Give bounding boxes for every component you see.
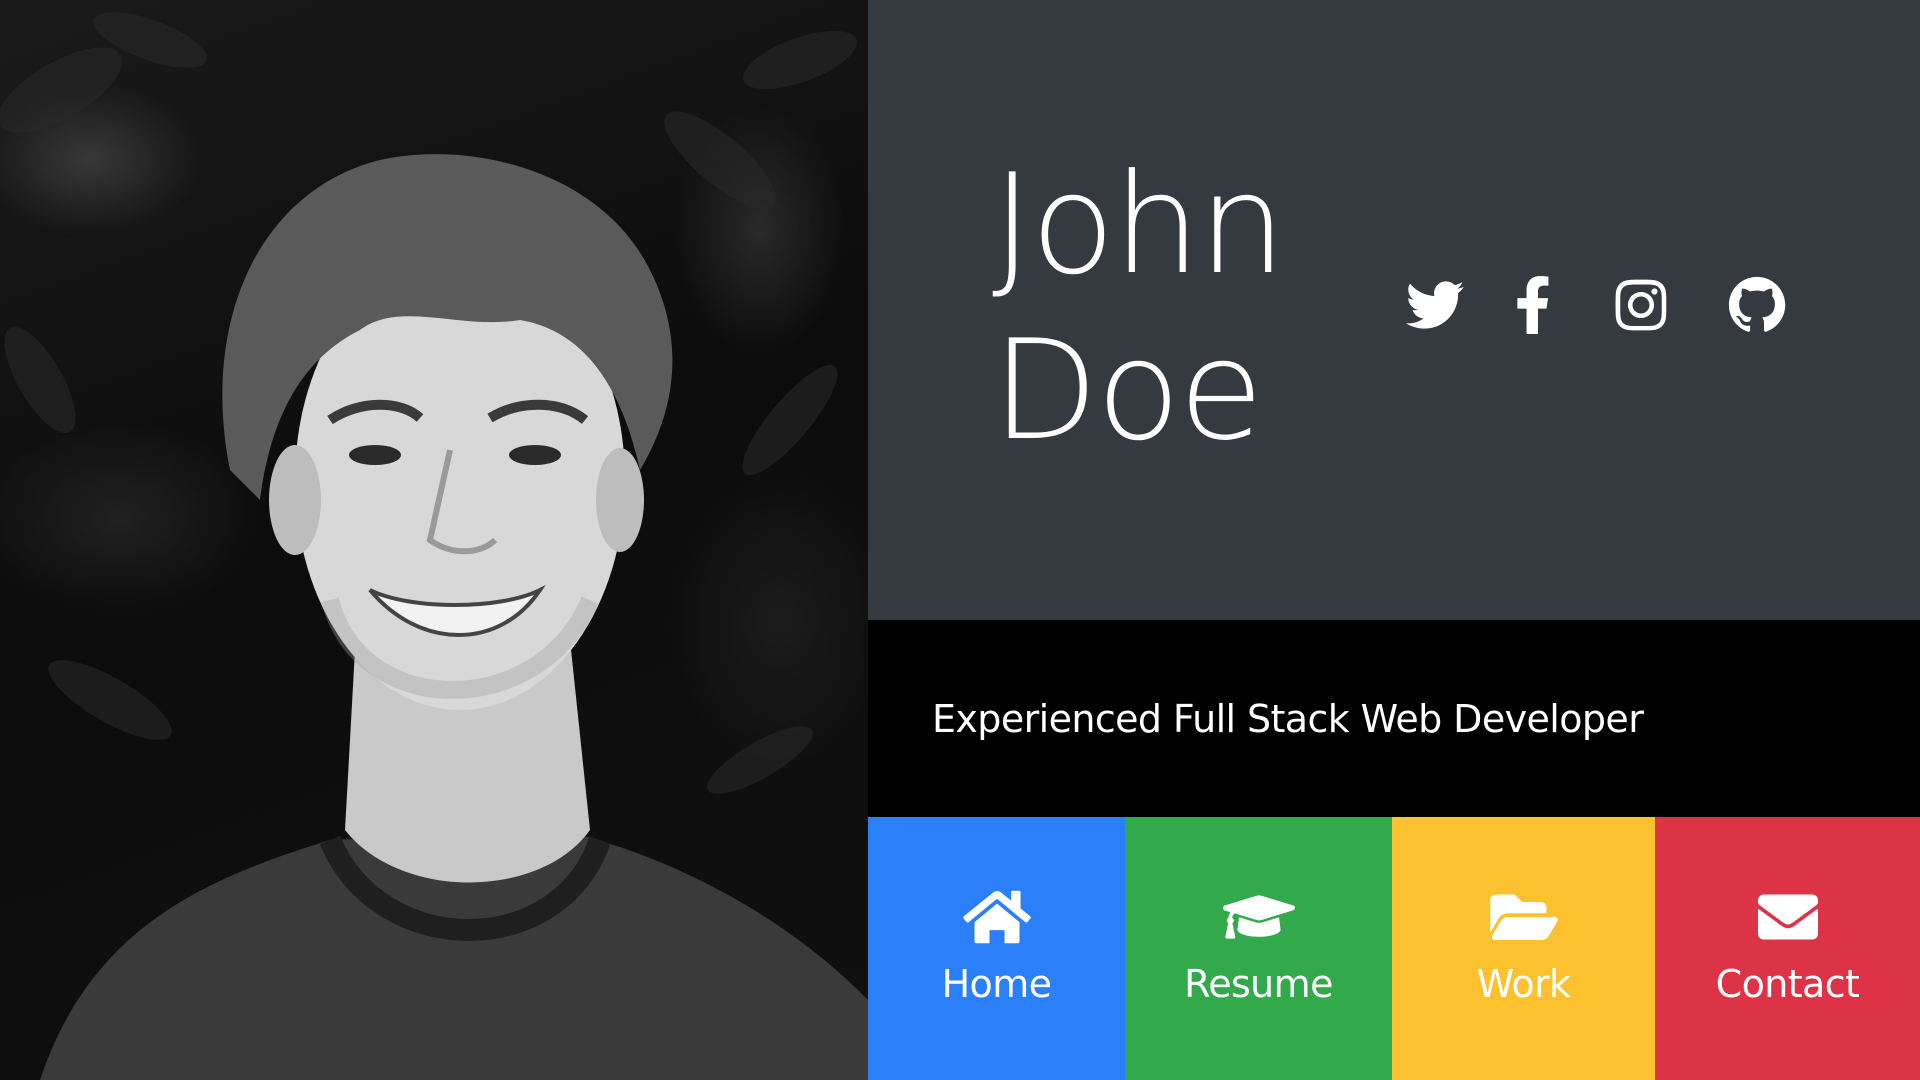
- twitter-link[interactable]: [1406, 276, 1464, 334]
- nav-work-label: Work: [1476, 962, 1571, 1006]
- tagline-band: Experienced Full Stack Web Developer: [868, 620, 1920, 817]
- instagram-icon: [1615, 279, 1667, 331]
- portrait-photo: [0, 0, 868, 1080]
- twitter-icon: [1406, 281, 1464, 329]
- nav-contact-label: Contact: [1715, 962, 1860, 1006]
- envelope-icon: [1752, 887, 1824, 947]
- nav-home-label: Home: [941, 962, 1052, 1006]
- tagline-text: Experienced Full Stack Web Developer: [932, 697, 1644, 741]
- main-nav: Home Resume Work Contact: [868, 817, 1920, 1080]
- github-link[interactable]: [1728, 276, 1786, 334]
- portrait-illustration: [0, 12, 868, 1080]
- graduation-cap-icon: [1222, 887, 1295, 947]
- nav-resume-tile[interactable]: Resume: [1125, 817, 1392, 1080]
- landing-page: John Doe Experienced Full Stack Web Deve…: [0, 0, 1920, 1080]
- nav-contact-tile[interactable]: Contact: [1655, 817, 1920, 1080]
- home-icon: [961, 887, 1033, 947]
- nav-home-tile[interactable]: Home: [868, 817, 1125, 1080]
- instagram-link[interactable]: [1612, 276, 1670, 334]
- header-panel: John Doe: [868, 0, 1920, 620]
- nav-work-tile[interactable]: Work: [1392, 817, 1655, 1080]
- nav-resume-label: Resume: [1184, 962, 1333, 1006]
- folder-open-icon: [1488, 887, 1560, 947]
- github-icon: [1728, 276, 1786, 332]
- social-links: [868, 276, 1920, 336]
- facebook-link[interactable]: [1504, 276, 1562, 334]
- facebook-icon: [1517, 276, 1549, 334]
